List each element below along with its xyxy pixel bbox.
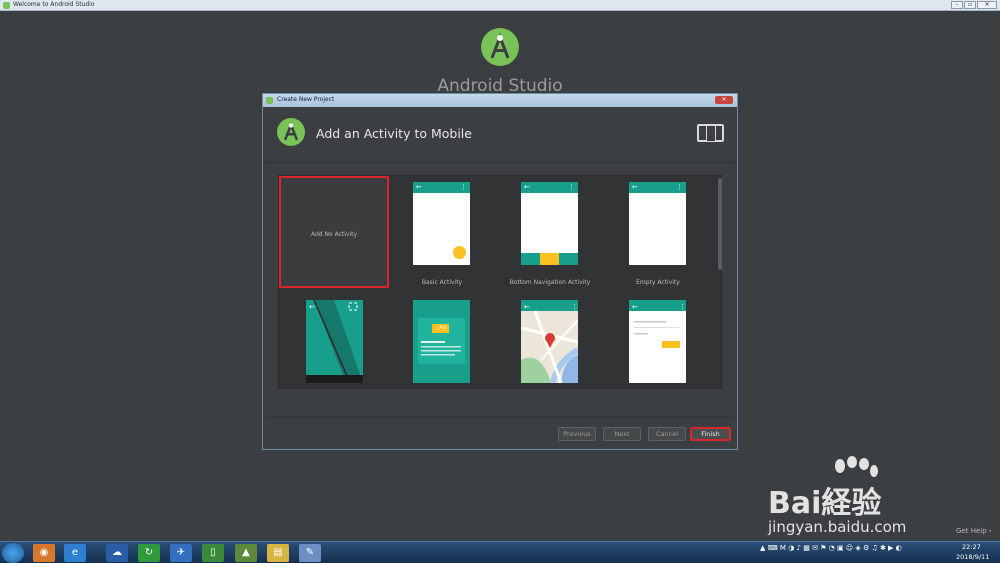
bottom-nav-bar [521,253,578,265]
svg-text:←: ← [309,303,315,311]
fab-icon [453,246,466,259]
create-new-project-dialog: Create New Project ✕ Add an Activity to … [262,93,738,450]
sync-app-icon[interactable]: ↻ [138,544,160,562]
clock-time[interactable]: 22:27 [962,543,981,551]
system-tray: ▲ ⌨ M ◑ ♪ ▦ ✉ ⚑ ◔ ▣ ☺ ◈ ⚙ ♫ ✱ ▶ ◐ [760,544,902,552]
back-arrow-icon: ← [524,183,530,191]
get-help-link[interactable]: Get Help › [956,527,992,535]
dialog-close-button[interactable]: ✕ [715,96,733,104]
android-studio-logo [277,118,305,146]
dialog-header: Add an Activity to Mobile [266,108,734,163]
template-add-no-activity[interactable]: Add No Activity [279,176,391,294]
maximize-button[interactable]: ▫ [964,1,976,9]
template-preview [413,300,470,383]
template-label: Bottom Navigation Activity [509,279,591,286]
template-basic-activity[interactable]: ← ⋮ Basic Activity [386,176,498,294]
previous-button[interactable]: Previous [558,427,596,441]
minimize-button[interactable]: – [951,1,963,9]
close-window-button[interactable]: ✕ [977,1,997,9]
windows-taskbar: ◉ e ☁ ↻ ✈ ▯ ▲ ▤ ✎ ▲ ⌨ M ◑ ♪ ▦ ✉ ⚑ ◔ ▣ ☺ … [0,541,1000,563]
template-label: Add No Activity [310,231,358,238]
clock-date[interactable]: 2018/9/11 [956,553,989,561]
baidu-url: jingyan.baidu.com [768,518,907,536]
back-arrow-icon: ← [416,183,422,191]
page-title: Add an Activity to Mobile [316,126,472,141]
footer-divider [266,416,734,417]
next-button[interactable]: Next [603,427,641,441]
android-studio-icon [3,2,10,9]
template-preview: ← ⋮ [413,182,470,265]
feishu-icon[interactable]: ✈ [170,544,192,562]
ad-badge: Ad [439,325,446,331]
template-maps-activity[interactable]: ← ⋮ [494,294,606,388]
window-title: Welcome to Android Studio [13,1,95,8]
android-studio-icon [266,97,273,104]
android-studio-taskbar-icon[interactable]: ▲ [235,544,257,562]
paint-icon[interactable]: ✎ [299,544,321,562]
start-button[interactable] [2,543,24,563]
dialog-titlebar: Create New Project ✕ [263,94,737,107]
template-ad-activity[interactable]: Ad [386,294,498,388]
template-label: Basic Activity [421,279,463,286]
app-icon-360[interactable]: ◉ [33,544,55,562]
overflow-menu-icon: ⋮ [676,183,683,191]
template-preview: ← ⋮ [521,300,578,383]
dialog-body: Add an Activity to Mobile Add No Activit… [266,108,734,447]
dialog-title: Create New Project [277,96,335,103]
device-form-factor-icon [697,124,724,142]
finish-button[interactable]: Finish [690,427,731,441]
back-arrow-icon: ← [632,183,638,191]
svg-text:⋮: ⋮ [571,303,578,311]
template-preview: ← ⋮ [521,182,578,265]
android-studio-logo [481,28,519,66]
overflow-menu-icon: ⋮ [460,183,467,191]
gallery-scrollbar[interactable] [718,178,722,270]
template-bottom-navigation-activity[interactable]: ← ⋮ Bottom Navigation Activity [494,176,606,294]
template-label: Empty Activity [636,279,680,286]
cancel-button[interactable]: Cancel [648,427,686,441]
ie-icon[interactable]: e [64,544,86,562]
template-preview: ← [306,300,363,383]
svg-text:←: ← [524,303,530,311]
overflow-menu-icon: ⋮ [568,183,575,191]
window-titlebar: Welcome to Android Studio – ▫ ✕ [0,0,1000,11]
file-explorer-icon[interactable]: ▤ [267,544,289,562]
template-preview: ← ⋮ [629,300,686,383]
template-preview: ← ⋮ [629,182,686,265]
template-login-activity[interactable]: ← ⋮ [602,294,714,388]
template-empty-activity[interactable]: ← ⋮ Empty Activity [602,176,714,294]
activity-template-gallery: Add No Activity ← ⋮ Basic Activity ← ⋮ Bot… [278,175,722,389]
selected-template-frame: Add No Activity [279,176,389,288]
svg-text:←: ← [632,303,638,311]
template-fullscreen-activity[interactable]: ← [279,294,391,388]
baidu-netdisk-icon[interactable]: ☁ [106,544,128,562]
svg-text:⋮: ⋮ [679,303,686,311]
phone-app-icon[interactable]: ▯ [202,544,224,562]
baidu-watermark: Bai経验 [768,486,882,521]
